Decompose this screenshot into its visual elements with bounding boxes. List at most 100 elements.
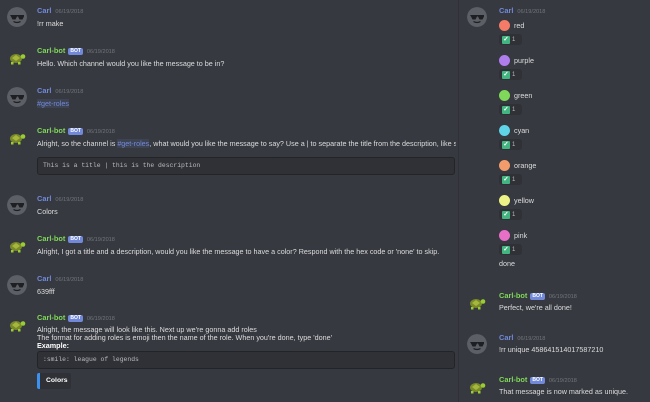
timestamp: 06/19/2018 (548, 294, 577, 300)
message-text: Colors (37, 207, 58, 216)
timestamp: 06/19/2018 (86, 129, 115, 135)
timestamp: 06/19/2018 (517, 9, 546, 15)
turtle-icon (467, 376, 487, 396)
reaction-button[interactable]: ✓ 1 (499, 69, 522, 80)
white-check-mark-icon: ✓ (502, 106, 510, 114)
role-name: red (514, 21, 525, 30)
message-header: Carl 06/19/2018 (37, 274, 83, 284)
yellow-circle-icon (499, 195, 510, 206)
author-name[interactable]: Carl-bot (37, 313, 65, 322)
reaction-button[interactable]: ✓ 1 (499, 104, 522, 115)
user-avatar[interactable] (467, 7, 487, 27)
author-name[interactable]: Carl-bot (37, 46, 65, 55)
user-avatar[interactable] (7, 87, 27, 107)
bot-avatar[interactable] (7, 127, 27, 147)
reaction-button[interactable]: ✓ 1 (499, 34, 522, 45)
embed-preview: Colors (37, 373, 71, 389)
reaction-count: 1 (512, 142, 516, 148)
turtle-icon (7, 314, 27, 334)
timestamp: 06/19/2018 (55, 197, 84, 203)
bot-tag: BOT (530, 377, 545, 384)
reaction-button[interactable]: ✓ 1 (499, 174, 522, 185)
message: Carl 06/19/2018 639fff (0, 274, 458, 298)
message-header: Carl-bot BOT 06/19/2018 (37, 126, 115, 136)
sunglasses-face-icon (7, 195, 27, 215)
bot-avatar[interactable] (7, 235, 27, 255)
role-name: green (514, 91, 533, 100)
sunglasses-face-icon (467, 334, 487, 354)
author-name[interactable]: Carl (499, 6, 513, 15)
timestamp: 06/19/2018 (86, 316, 115, 322)
message: Carl 06/19/2018 !rr make (0, 6, 458, 30)
bot-avatar[interactable] (7, 47, 27, 67)
bot-avatar[interactable] (467, 376, 487, 396)
bot-avatar[interactable] (467, 292, 487, 312)
message: Carl 06/19/2018 !rr unique 45864151401758… (459, 333, 650, 357)
green-circle-icon (499, 90, 510, 101)
channel-mention[interactable]: #get-roles (117, 139, 150, 148)
channel-mention[interactable]: #get-roles (37, 99, 69, 108)
turtle-icon (7, 127, 27, 147)
reaction-button[interactable]: ✓ 1 (499, 139, 522, 150)
message: Carl-bot BOT 06/19/2018 Alright, I got a t… (0, 234, 458, 258)
author-name[interactable]: Carl (37, 6, 51, 15)
author-name[interactable]: Carl-bot (37, 126, 65, 135)
turtle-icon (7, 47, 27, 67)
white-check-mark-icon: ✓ (502, 36, 510, 44)
reaction-button[interactable]: ✓ 1 (499, 244, 522, 255)
reaction-count: 1 (512, 212, 516, 218)
message: Carl-bot BOT 06/19/2018 Alright, so the ch… (0, 126, 458, 176)
message: Carl-bot BOT 06/19/2018 Hello. Which chann… (0, 46, 458, 70)
role-name: yellow (514, 196, 534, 205)
white-check-mark-icon: ✓ (502, 141, 510, 149)
author-name[interactable]: Carl (37, 194, 51, 203)
orange-circle-icon (499, 160, 510, 171)
pink-circle-icon (499, 230, 510, 241)
message-text: Hello. Which channel would you like the … (37, 59, 225, 68)
timestamp: 06/19/2018 (517, 336, 546, 342)
message: Carl-bot BOT 06/19/2018 That message is no… (459, 375, 650, 402)
text-segment: , what would you like the message to say… (149, 139, 456, 148)
bot-tag: BOT (68, 315, 83, 322)
author-name[interactable]: Carl (37, 86, 51, 95)
white-check-mark-icon: ✓ (502, 71, 510, 79)
message-text: The format for adding roles is emoji the… (37, 333, 332, 342)
role-name: purple (514, 56, 534, 65)
reaction-count: 1 (512, 37, 516, 43)
reaction-button[interactable]: ✓ 1 (499, 209, 522, 220)
message-text: Alright, so the channel is #get-roles, w… (37, 139, 456, 148)
user-avatar[interactable] (7, 275, 27, 295)
left-chat-pane: Carl 06/19/2018 !rr make Carl-bot BOT 06/19… (0, 0, 458, 402)
bot-tag: BOT (68, 236, 83, 243)
turtle-icon (7, 235, 27, 255)
purple-circle-icon (499, 55, 510, 66)
author-name[interactable]: Carl-bot (499, 291, 527, 300)
author-name[interactable]: Carl-bot (37, 234, 65, 243)
message-header: Carl-bot BOT 06/19/2018 (499, 291, 577, 301)
reaction-count: 1 (512, 247, 516, 253)
role-name: pink (514, 231, 528, 240)
user-avatar[interactable] (467, 334, 487, 354)
message: Carl 06/19/2018 red ✓ 1 purple ✓ 1 green ✓ 1… (459, 6, 650, 274)
message-header: Carl 06/19/2018 (37, 194, 83, 204)
sunglasses-face-icon (467, 7, 487, 27)
author-name[interactable]: Carl (37, 274, 51, 283)
message-header: Carl-bot BOT 06/19/2018 (37, 313, 115, 323)
white-check-mark-icon: ✓ (502, 246, 510, 254)
message-text: Perfect, we're all done! (499, 303, 572, 312)
message-text: !rr unique 458641514017587210 (499, 345, 604, 354)
text-segment: Alright, so the channel is (37, 139, 118, 148)
message-text: That message is now marked as unique. (499, 387, 629, 396)
code-block: :smile: league of legends (37, 351, 455, 369)
user-avatar[interactable] (7, 7, 27, 27)
timestamp: 06/19/2018 (548, 378, 577, 384)
message: Carl 06/19/2018 #get-roles (0, 86, 458, 110)
message-header: Carl 06/19/2018 (499, 6, 545, 16)
message-header: Carl 06/19/2018 (37, 86, 83, 96)
author-name[interactable]: Carl-bot (499, 375, 527, 384)
sunglasses-face-icon (7, 275, 27, 295)
author-name[interactable]: Carl (499, 333, 513, 342)
user-avatar[interactable] (7, 195, 27, 215)
bot-avatar[interactable] (7, 314, 27, 334)
timestamp: 06/19/2018 (55, 277, 84, 283)
